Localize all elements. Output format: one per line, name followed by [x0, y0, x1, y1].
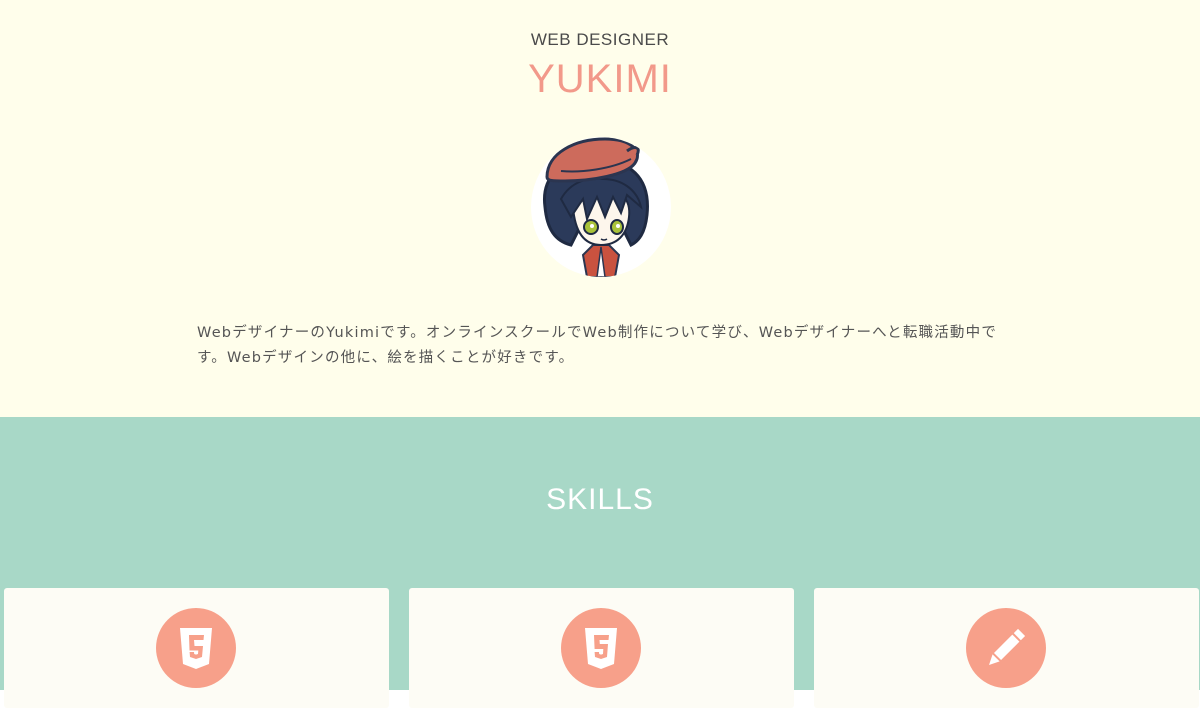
- profile-bio: WebデザイナーのYukimiです。オンラインスクールでWeb制作について学び、…: [197, 324, 998, 366]
- profile-hero: WEB DESIGNER YUKIMI WebデザイナーのYukimiです。オン…: [0, 0, 1200, 417]
- css3-icon: [561, 608, 641, 688]
- pencil-icon: [966, 608, 1046, 688]
- skills-section: SKILLS: [0, 417, 1200, 708]
- profile-name: YUKIMI: [528, 57, 672, 101]
- skills-heading: SKILLS: [546, 483, 654, 516]
- html5-icon: [156, 608, 236, 688]
- avatar-illustration: [543, 137, 649, 277]
- avatar: [531, 137, 671, 277]
- job-title: WEB DESIGNER: [530, 30, 670, 49]
- skill-card-css: [409, 588, 794, 708]
- skill-card-html: [4, 588, 389, 708]
- skill-card-design: [814, 588, 1199, 708]
